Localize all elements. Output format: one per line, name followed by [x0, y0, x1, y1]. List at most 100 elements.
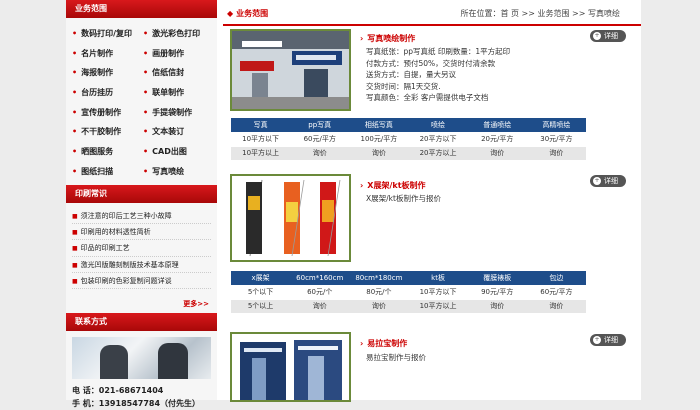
roll-up-banner-image	[232, 334, 349, 400]
knowledge-list: ■ 须注意的印后工艺三种小故障 ■ 印刷用的材料透性简析 ■ 印品的印刷工艺 ■ 激光凹…	[66, 203, 217, 290]
mobile-label: 手 机：	[72, 399, 99, 409]
business-scope-list: • 数码打印/复印 • 激光彩色打印 • 名片制作 • 画册制作 • 海报制作 • 信纸信封 • 台…	[66, 18, 217, 182]
exhibition-booth-image	[232, 31, 349, 109]
table-header: kt板	[408, 271, 468, 285]
business-item[interactable]: • 宣传册制作	[72, 103, 143, 123]
bullet-icon: •	[72, 68, 78, 78]
table-row: 5个以上 询价 询价 10平方以上 询价 询价	[231, 299, 586, 314]
price-table: 写真 pp写真 相纸写真 喷绘 普通喷绘 高精喷绘 10平方以下 60元/平方 100元/平方…	[231, 118, 586, 161]
knowledge-link[interactable]: ■ 须注意的印后工艺三种小故障	[72, 208, 211, 224]
business-item[interactable]: • 不干胶制作	[72, 122, 143, 142]
arrow-icon: ›	[360, 34, 364, 43]
business-item[interactable]: • 图纸扫描	[72, 162, 143, 182]
business-item[interactable]: • 写真喷绘	[143, 162, 214, 182]
bullet-icon: •	[72, 88, 78, 98]
bullet-icon: •	[143, 166, 149, 176]
business-item[interactable]: • 激光彩色打印	[143, 24, 214, 44]
bullet-icon: •	[143, 147, 149, 157]
table-header: 写真	[231, 118, 291, 132]
knowledge-link[interactable]: ■ 印刷用的材料透性简析	[72, 224, 211, 241]
business-item[interactable]: • 信纸信封	[143, 63, 214, 83]
business-item[interactable]: • 联单制作	[143, 83, 214, 103]
plus-icon: +	[593, 336, 601, 344]
plus-icon: +	[593, 32, 601, 40]
product-description: X展架/kt板制作与报价	[366, 194, 441, 203]
knowledge-link[interactable]: ■ 包装印刷的色彩复制问题详谈	[72, 273, 211, 290]
product-description: 易拉宝制作与报价	[366, 353, 426, 362]
product-title[interactable]: › 写真喷绘制作	[360, 33, 415, 44]
table-header: 80cm*180cm	[349, 271, 409, 285]
business-item[interactable]: • 晒图服务	[72, 142, 143, 162]
main-content: ◆业务范围 所在位置：首 页 >> 业务范围 >> 写真喷绘 ›写真喷绘制作	[223, 0, 641, 402]
bullet-icon: •	[143, 88, 149, 98]
detail-button[interactable]: + 详细	[590, 175, 626, 187]
business-item[interactable]: • CAD出图	[143, 142, 214, 162]
bullet-icon: ■	[72, 261, 78, 269]
contact-handshake-image	[72, 337, 211, 380]
mobile-number: 13918547784（付先生）	[98, 399, 201, 409]
detail-button[interactable]: + 详细	[590, 30, 626, 42]
bullet-icon: •	[72, 147, 78, 157]
table-header: 相纸写真	[349, 118, 409, 132]
table-header: 喷绘	[408, 118, 468, 132]
bullet-icon: •	[143, 107, 149, 117]
plus-icon: +	[593, 177, 601, 185]
product-thumbnail[interactable]	[230, 174, 351, 262]
table-header: 普通喷绘	[467, 118, 527, 132]
bullet-icon: •	[72, 166, 78, 176]
breadcrumb[interactable]: 所在位置：首 页 >> 业务范围 >> 写真喷绘	[460, 8, 620, 19]
arrow-icon: ›	[360, 181, 364, 190]
table-header: 60cm*160cm	[290, 271, 350, 285]
section-title-bar: ◆ 业务范围 所在位置：首 页 >> 业务范围 >> 写真喷绘	[223, 0, 641, 26]
table-row: 5个以下 60元/个 80元/个 10平方以下 90元/平方 60元/平方	[231, 285, 586, 300]
business-item[interactable]: • 画册制作	[143, 44, 214, 64]
contact-header: 联系方式	[66, 313, 217, 332]
page-container: 业务范围 • 数码打印/复印 • 激光彩色打印 • 名片制作 • 画册制作 • 海报制作 • 信纸…	[66, 0, 641, 408]
arrow-icon: ›	[360, 339, 364, 348]
table-header: 高精喷绘	[526, 118, 586, 132]
table-row: 10平方以上 询价 询价 20平方以上 询价 询价	[231, 146, 586, 161]
table-row: 10平方以下 60元/平方 100元/平方 20平方以下 20元/平方 30元/平方	[231, 132, 586, 147]
contact-info: 电 话：021-68671404 手 机：13918547784（付先生）	[66, 379, 217, 410]
product-title[interactable]: › 易拉宝制作	[360, 338, 407, 349]
product-description: 写真纸张：pp写真纸 印刷数量：1平方起印 付款方式：预付50%，交货时付清余款…	[366, 47, 511, 102]
x-banner-stands-image	[232, 176, 349, 260]
table-header: pp写真	[290, 118, 350, 132]
bullet-icon: ■	[72, 245, 78, 253]
knowledge-link[interactable]: ■ 激光凹版雕刻制版技术基本原理	[72, 257, 211, 274]
bullet-icon: •	[72, 48, 78, 58]
business-item[interactable]: • 手提袋制作	[143, 103, 214, 123]
table-header: x展架	[231, 271, 291, 285]
table-header: 覆膜裱板	[467, 271, 527, 285]
product-title[interactable]: › X展架/kt板制作	[360, 180, 426, 191]
phone-number: 021-68671404	[98, 386, 164, 396]
more-link[interactable]: 更多>>	[66, 297, 217, 311]
page-title: ◆ 业务范围	[227, 9, 269, 18]
bullet-icon: •	[72, 29, 78, 38]
product-thumbnail[interactable]	[230, 332, 351, 402]
knowledge-header: 印刷常识	[66, 184, 217, 203]
business-item[interactable]: • 名片制作	[72, 44, 143, 64]
bullet-icon: ■	[72, 212, 78, 220]
knowledge-link[interactable]: ■ 印品的印刷工艺	[72, 240, 211, 257]
business-item[interactable]: • 海报制作	[72, 63, 143, 83]
business-item[interactable]: • 台历挂历	[72, 83, 143, 103]
table-header: 包边	[526, 271, 586, 285]
bullet-icon: •	[72, 107, 78, 117]
bullet-icon: •	[143, 68, 149, 78]
bullet-icon: •	[143, 127, 149, 137]
phone-label: 电 话：	[72, 386, 99, 396]
business-item[interactable]: • 文本装订	[143, 122, 214, 142]
bullet-icon: ◆	[227, 9, 234, 18]
bullet-icon: •	[143, 48, 149, 58]
business-scope-header: 业务范围	[66, 0, 217, 18]
bullet-icon: •	[143, 29, 149, 38]
bullet-icon: ■	[72, 278, 78, 286]
business-item[interactable]: • 数码打印/复印	[72, 24, 143, 44]
product-thumbnail[interactable]	[230, 29, 351, 111]
detail-button[interactable]: + 详细	[590, 334, 626, 346]
sidebar: 业务范围 • 数码打印/复印 • 激光彩色打印 • 名片制作 • 画册制作 • 海报制作 • 信纸…	[66, 0, 217, 408]
price-table: x展架 60cm*160cm 80cm*180cm kt板 覆膜裱板 包边 5个以下 60元…	[231, 271, 586, 314]
bullet-icon: ■	[72, 228, 78, 236]
bullet-icon: •	[72, 127, 78, 137]
